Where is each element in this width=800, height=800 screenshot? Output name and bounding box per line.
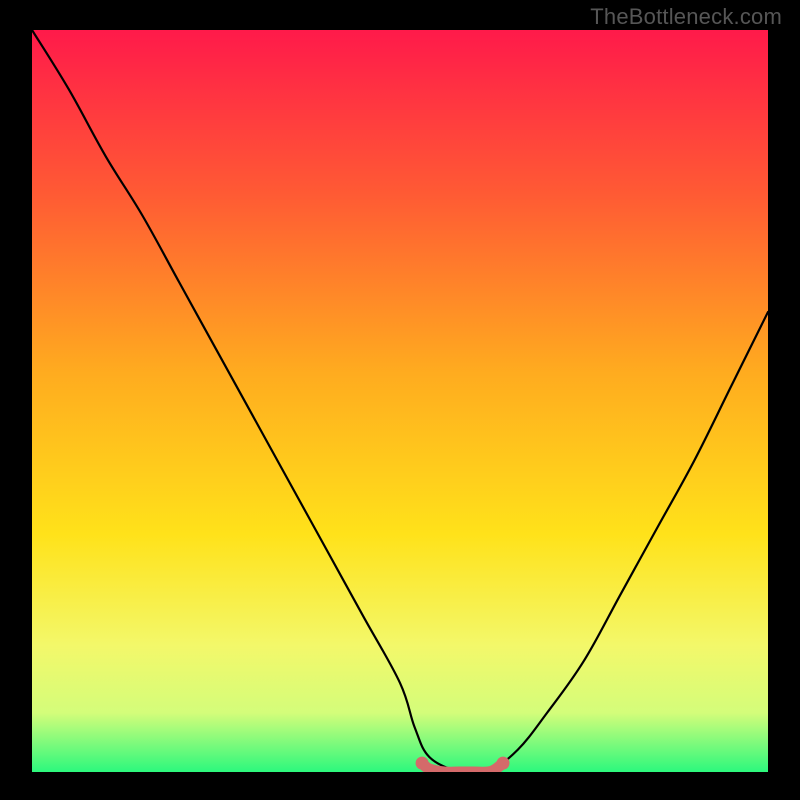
region-endpoint-right [497,757,510,770]
watermark-label: TheBottleneck.com [590,4,782,30]
gradient-background [32,30,768,772]
chart-svg [32,30,768,772]
chart-container: TheBottleneck.com [0,0,800,800]
plot-area [32,30,768,772]
region-endpoint-left [416,757,429,770]
